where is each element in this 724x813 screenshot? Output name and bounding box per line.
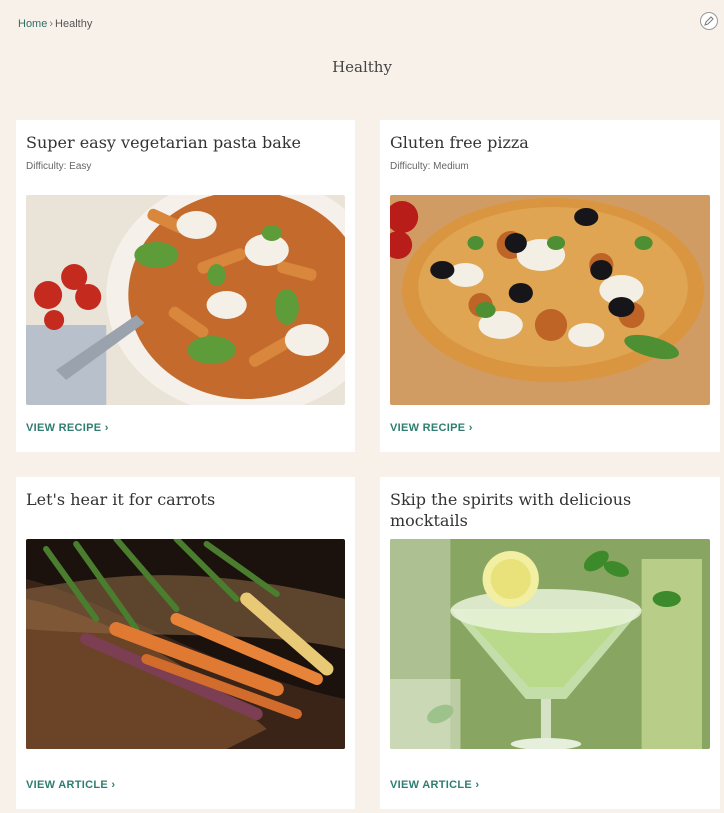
article-card[interactable]: Let's hear it for carrots VIEW ARTICLE › <box>16 477 355 809</box>
view-recipe-link[interactable]: VIEW RECIPE › <box>390 422 473 434</box>
page-title: Healthy <box>332 58 392 76</box>
recipe-card[interactable]: Gluten free pizza Difficulty: Medium VIE… <box>380 120 720 452</box>
difficulty-label: Difficulty: <box>390 161 431 172</box>
pasta-bake-image[interactable] <box>26 195 345 405</box>
card-title[interactable]: Skip the spirits with delicious mocktail… <box>390 489 710 531</box>
difficulty-label: Difficulty: <box>26 161 67 172</box>
card-title[interactable]: Super easy vegetarian pasta bake <box>26 132 345 153</box>
breadcrumb-current: Healthy <box>55 18 93 30</box>
difficulty-text: Difficulty: Easy <box>26 161 345 172</box>
content-grid: Super easy vegetarian pasta bake Difficu… <box>16 120 720 809</box>
view-recipe-link[interactable]: VIEW RECIPE › <box>26 422 109 434</box>
breadcrumb: Home › Healthy <box>18 18 92 30</box>
mocktail-image[interactable] <box>390 539 710 749</box>
view-article-link[interactable]: VIEW ARTICLE › <box>26 779 115 791</box>
pizza-image[interactable] <box>390 195 710 405</box>
recipe-card[interactable]: Super easy vegetarian pasta bake Difficu… <box>16 120 355 452</box>
article-card[interactable]: Skip the spirits with delicious mocktail… <box>380 477 720 809</box>
card-title[interactable]: Gluten free pizza <box>390 132 710 153</box>
view-article-link[interactable]: VIEW ARTICLE › <box>390 779 479 791</box>
difficulty-value: Easy <box>69 161 92 172</box>
pencil-icon[interactable] <box>700 12 718 30</box>
difficulty-value: Medium <box>433 161 469 172</box>
difficulty-text: Difficulty: Medium <box>390 161 710 172</box>
carrots-image[interactable] <box>26 539 345 749</box>
card-title[interactable]: Let's hear it for carrots <box>26 489 345 510</box>
breadcrumb-home-link[interactable]: Home <box>18 18 47 30</box>
breadcrumb-separator: › <box>49 18 54 30</box>
